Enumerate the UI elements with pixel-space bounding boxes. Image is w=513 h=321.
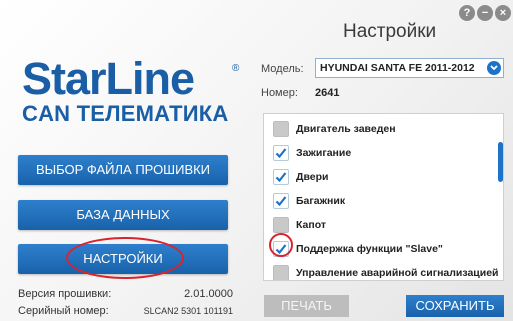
starline-window: StarLine ® CAN ТЕЛЕМАТИКА ВЫБОР ФАЙЛА ПР…	[0, 0, 513, 321]
select-firmware-button[interactable]: ВЫБОР ФАЙЛА ПРОШИВКИ	[18, 155, 228, 185]
options-list: Двигатель заведен Зажигание Двери Багажн…	[263, 113, 504, 281]
option-checkbox[interactable]	[273, 121, 289, 137]
check-icon	[275, 148, 287, 159]
serial-number-value: SLCAN2 5301 101191	[143, 306, 233, 316]
option-checkbox[interactable]	[273, 217, 289, 233]
option-checkbox[interactable]	[273, 169, 289, 185]
option-label: Поддержка функции "Slave"	[296, 243, 443, 255]
starline-logo: StarLine ® CAN ТЕЛЕМАТИКА	[22, 53, 240, 126]
firmware-version-value: 2.01.0000	[184, 288, 233, 300]
option-checkbox[interactable]	[273, 265, 289, 280]
help-icon[interactable]: ?	[459, 5, 475, 21]
option-label: Управление аварийной сигнализацией	[296, 267, 499, 279]
option-label: Багажник	[296, 195, 346, 207]
model-label: Модель:	[261, 63, 304, 75]
chevron-down-icon[interactable]	[487, 61, 501, 75]
registered-mark: ®	[232, 63, 240, 74]
minimize-icon[interactable]: −	[477, 5, 493, 21]
option-label: Зажигание	[296, 147, 352, 159]
option-label: Капот	[296, 219, 327, 231]
option-label: Двигатель заведен	[296, 123, 396, 135]
slave-highlight-annotation	[269, 233, 293, 257]
brand-name: StarLine	[22, 53, 195, 104]
firmware-version-label: Версия прошивки:	[18, 288, 112, 300]
list-item[interactable]: Багажник	[264, 189, 494, 213]
list-scrollbar[interactable]	[498, 142, 503, 182]
close-icon[interactable]: ×	[495, 5, 511, 21]
settings-highlight-annotation	[66, 237, 184, 279]
print-button[interactable]: ПЕЧАТЬ	[264, 295, 349, 317]
option-checkbox[interactable]	[273, 193, 289, 209]
serial-number-row: Серийный номер: SLCAN2 5301 101191	[18, 305, 233, 319]
page-title: Настройки	[343, 21, 437, 42]
list-item[interactable]: Капот	[264, 213, 494, 237]
number-label: Номер:	[261, 87, 298, 99]
list-item[interactable]: Зажигание	[264, 141, 494, 165]
brand-subtitle: CAN ТЕЛЕМАТИКА	[22, 101, 229, 126]
list-item[interactable]: Поддержка функции "Slave"	[264, 237, 494, 261]
check-icon	[275, 196, 287, 207]
option-label: Двери	[296, 171, 329, 183]
save-button[interactable]: СОХРАНИТЬ	[406, 295, 504, 317]
serial-number-label: Серийный номер:	[18, 305, 109, 317]
number-value: 2641	[315, 87, 340, 99]
database-button[interactable]: БАЗА ДАННЫХ	[18, 200, 228, 230]
model-select-value: HYUNDAI SANTA FE 2011-2012	[320, 62, 475, 74]
settings-panel: Настройки ? − × Модель: HYUNDAI SANTA FE…	[255, 0, 513, 321]
firmware-version-row: Версия прошивки: 2.01.0000	[18, 288, 233, 302]
check-icon	[275, 172, 287, 183]
option-checkbox[interactable]	[273, 145, 289, 161]
left-panel: StarLine ® CAN ТЕЛЕМАТИКА ВЫБОР ФАЙЛА ПР…	[0, 0, 250, 321]
list-item[interactable]: Двери	[264, 165, 494, 189]
list-item[interactable]: Управление аварийной сигнализацией	[264, 261, 499, 280]
model-select[interactable]: HYUNDAI SANTA FE 2011-2012	[315, 58, 504, 78]
list-item[interactable]: Двигатель заведен	[264, 117, 494, 141]
